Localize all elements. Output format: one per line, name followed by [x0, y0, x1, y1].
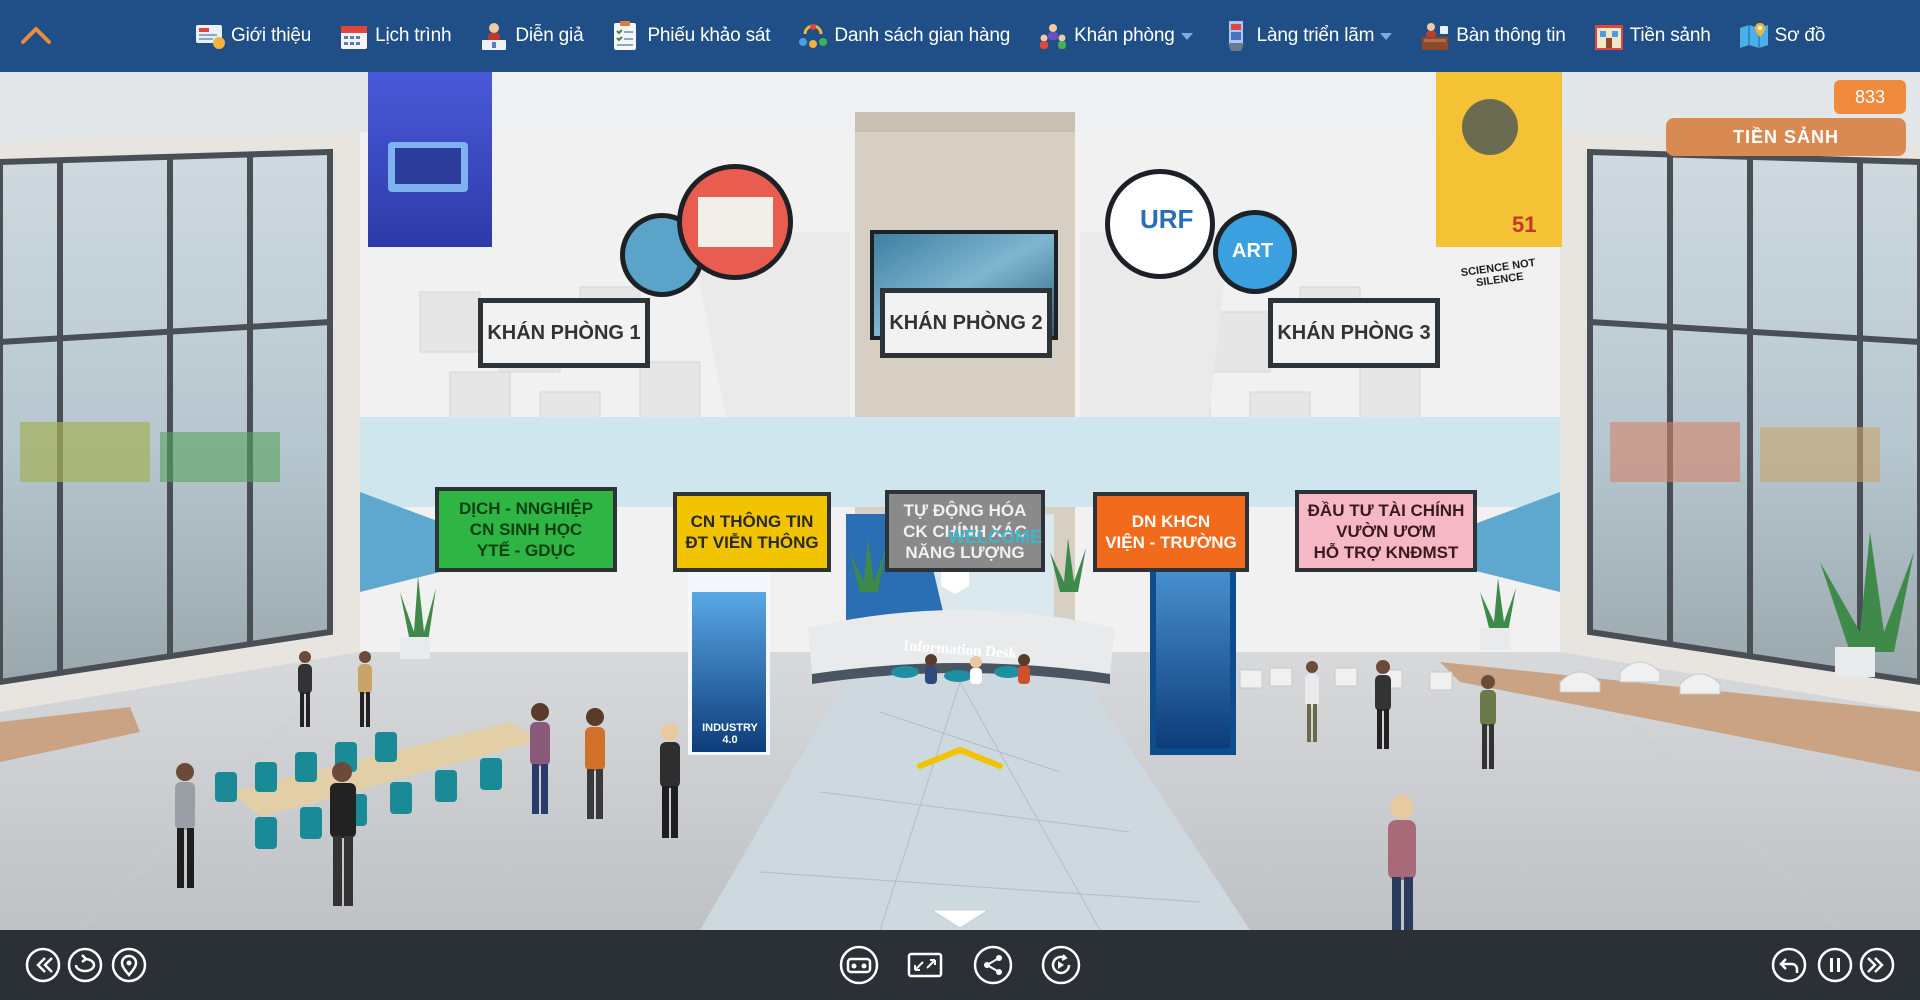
nav-item-introduction[interactable]: Giới thiệu [180, 0, 324, 72]
vr-mode-button[interactable] [836, 944, 882, 986]
top-navigation-bar: Giới thiệu Lịch trình Diễn giả Phiếu khả… [0, 0, 1920, 72]
nav-label: Giới thiệu [231, 25, 312, 46]
hall-sign-2[interactable]: KHÁN PHÒNG 2 [885, 293, 1047, 353]
info-desk-icon [1418, 19, 1452, 53]
nav-label: Danh sách gian hàng [834, 25, 1011, 46]
map-icon [1737, 19, 1771, 53]
zone-sign-5[interactable]: ĐẦU TƯ TÀI CHÍNH VƯỜN ƯƠM HỖ TRỢ KNĐMST [1295, 490, 1477, 572]
vr-headset-icon [839, 945, 879, 985]
speaker-icon [477, 19, 511, 53]
nav-item-survey[interactable]: Phiếu khảo sát [596, 0, 783, 72]
collapse-menu-button[interactable] [14, 20, 58, 50]
zone-sign-line: ĐẦU TƯ TÀI CHÍNH [1307, 500, 1465, 520]
round-art-label: ART [1232, 240, 1274, 262]
zone-sign-line: YTẾ - GDỤC [476, 541, 576, 560]
hall-sign-label: KHÁN PHÒNG 2 [889, 311, 1043, 334]
rotate-view-button[interactable] [64, 944, 106, 986]
back-button[interactable] [1768, 944, 1810, 986]
nav-item-speakers[interactable]: Diễn giả [464, 0, 596, 72]
nav-label: Diễn giả [515, 25, 584, 46]
zone-sign-2[interactable]: CN THÔNG TIN ĐT VIỄN THÔNG [673, 492, 831, 572]
zone-sign-line: ĐT VIỄN THÔNG [685, 533, 819, 552]
nav-label: Làng triển lãm [1256, 25, 1375, 46]
fullscreen-icon [907, 952, 943, 978]
share-button[interactable] [970, 944, 1016, 986]
chevron-up-icon [21, 27, 51, 44]
welcome-sign: WELCOME [948, 527, 1042, 547]
fullscreen-button[interactable] [902, 944, 948, 986]
rewind-icon [25, 947, 61, 983]
nav-item-auditorium[interactable]: Khán phòng [1023, 0, 1206, 72]
forward-button[interactable] [1856, 944, 1898, 986]
auditorium-icon [1036, 19, 1070, 53]
lobby-icon [1592, 19, 1626, 53]
dropdown-caret-icon [1380, 32, 1393, 40]
virtual-lobby-viewport[interactable]: KHÁN PHÒNG 1 KHÁN PHÒNG 2 KHÁN PHÒNG 3 D… [0, 72, 1920, 930]
nav-item-lobby[interactable]: Tiền sảnh [1579, 0, 1724, 72]
poster-number: 51 [1512, 212, 1537, 237]
visitor-counter-badge: 833 [1834, 80, 1906, 114]
rotate-icon [67, 947, 103, 983]
zone-sign-line: VƯỜN ƯƠM [1336, 521, 1436, 541]
dropdown-caret-icon [1180, 32, 1193, 40]
calendar-icon [337, 19, 371, 53]
autorotate-button[interactable] [1038, 944, 1084, 986]
nav-item-exhibition-village[interactable]: Làng triển lãm [1206, 0, 1406, 72]
zone-sign-1[interactable]: DỊCH - NNGHIỆP CN SINH HỌC YTẾ - GDỤC [435, 487, 617, 572]
zone-sign-line: TỰ ĐỘNG HÓA [903, 500, 1027, 520]
nav-label: Lịch trình [375, 25, 452, 46]
industry-banner-label: INDUSTRY 4.0 [702, 722, 758, 746]
nav-label: Bàn thông tin [1456, 25, 1566, 46]
survey-icon [609, 19, 643, 53]
nav-item-info-desk[interactable]: Bàn thông tin [1405, 0, 1578, 72]
nav-item-schedule[interactable]: Lịch trình [324, 0, 464, 72]
location-button[interactable] [108, 944, 150, 986]
pause-icon [1817, 947, 1853, 983]
urf-logo: URF [1140, 204, 1194, 234]
autorotate-icon [1041, 945, 1081, 985]
zone-sign-4[interactable]: DN KHCN VIỆN - TRƯỜNG [1093, 492, 1249, 572]
exhibition-icon [1219, 19, 1253, 53]
zone-sign-line: DN KHCN [1131, 512, 1211, 531]
chevron-down-icon [930, 909, 990, 929]
nav-item-booth-list[interactable]: Danh sách gian hàng [783, 0, 1023, 72]
zone-sign-line: HỖ TRỢ KNĐMST [1313, 542, 1459, 562]
zone-sign-line: CN THÔNG TIN [690, 512, 814, 531]
current-location-badge: TIỀN SẢNH [1666, 118, 1906, 156]
bottom-control-bar [0, 930, 1920, 1000]
rewind-button[interactable] [22, 944, 64, 986]
intro-icon [193, 19, 227, 53]
back-arrow-icon [1771, 947, 1807, 983]
hall-sign-3[interactable]: KHÁN PHÒNG 3 [1273, 303, 1435, 363]
share-icon [973, 945, 1013, 985]
location-pin-icon [111, 947, 147, 983]
nav-label: Sơ đồ [1774, 25, 1826, 46]
main-menu: Giới thiệu Lịch trình Diễn giả Phiếu khả… [180, 0, 1838, 72]
hall-sign-label: KHÁN PHÒNG 1 [487, 321, 641, 344]
hall-sign-1[interactable]: KHÁN PHÒNG 1 [483, 303, 645, 363]
zone-sign-line: CN SINH HỌC [469, 520, 583, 539]
pause-button[interactable] [1814, 944, 1856, 986]
hall-sign-label: KHÁN PHÒNG 3 [1277, 321, 1431, 344]
fast-forward-icon [1859, 947, 1895, 983]
nav-label: Khán phòng [1074, 25, 1175, 46]
zone-sign-line: DỊCH - NNGHIỆP [458, 499, 594, 518]
nav-label: Tiền sảnh [1629, 25, 1711, 46]
nav-label: Phiếu khảo sát [647, 25, 771, 46]
booth-list-icon [796, 19, 830, 53]
zone-sign-line: VIỆN - TRƯỜNG [1105, 533, 1237, 552]
nav-item-site-map[interactable]: Sơ đồ [1724, 0, 1839, 72]
toggle-bottom-drawer-button[interactable] [930, 906, 990, 930]
